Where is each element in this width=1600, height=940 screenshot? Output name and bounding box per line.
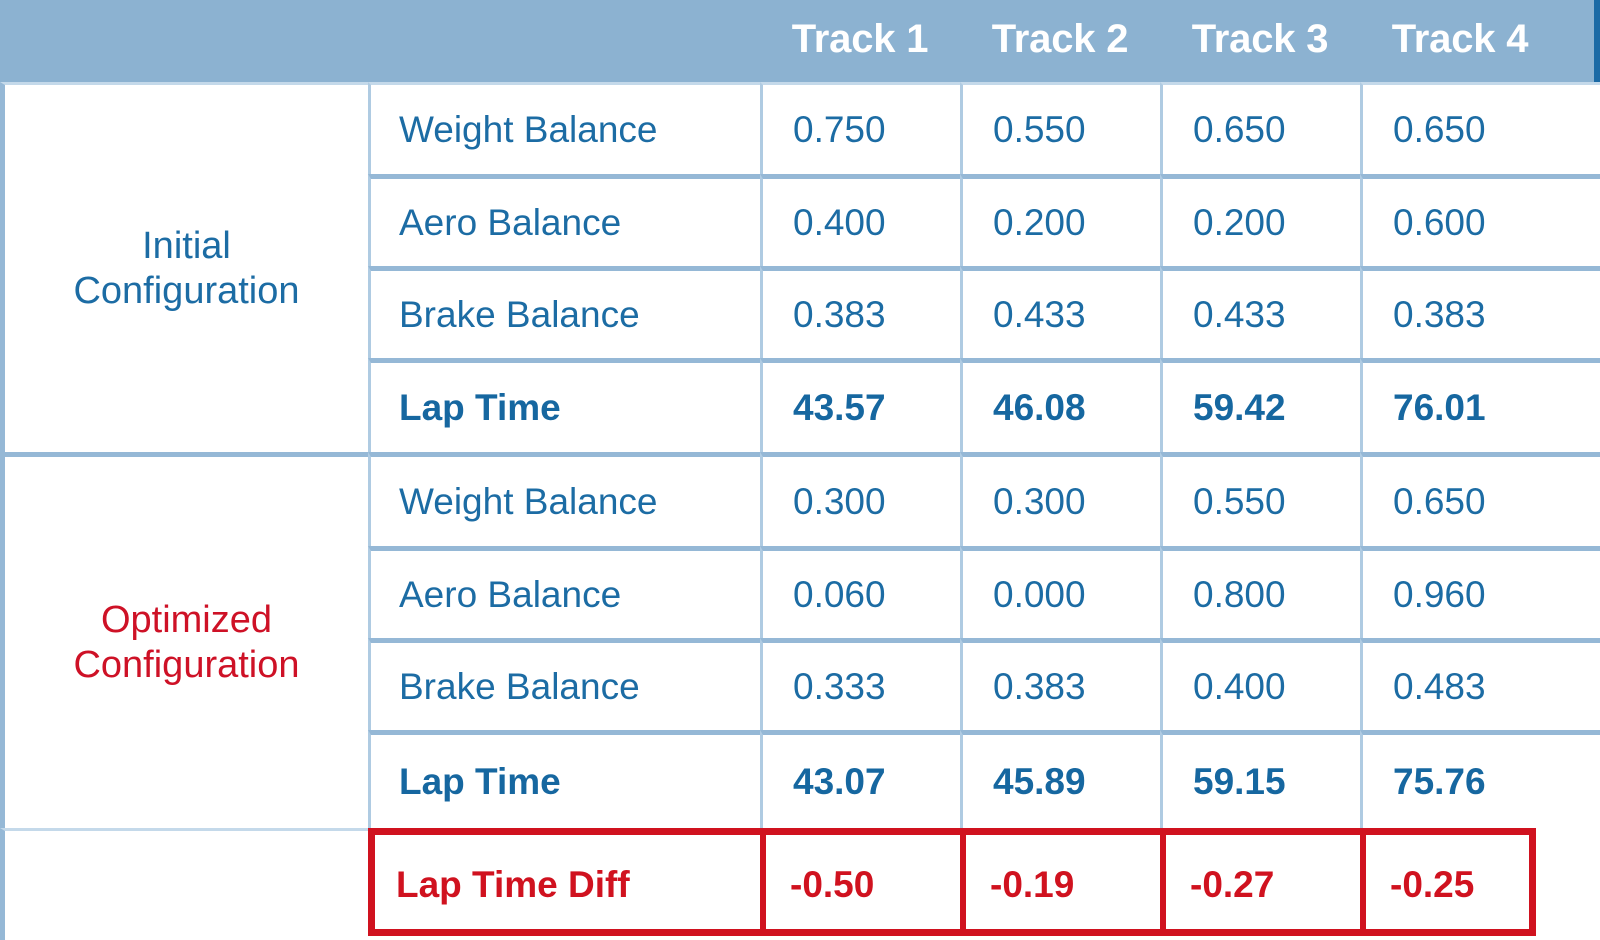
lap-time-diff-divider-4 (1360, 828, 1366, 936)
cell-optimized-brake-balance-track-3: 0.400 (1160, 638, 1360, 730)
cell-optimized-lap-time-track-3: 59.15 (1160, 730, 1360, 828)
header-group-spacer (0, 0, 368, 82)
cell-initial-brake-balance-track-3: 0.433 (1160, 266, 1360, 358)
cell-optimized-weight-balance-track-4: 0.650 (1360, 452, 1600, 546)
cell-initial-weight-balance-track-1: 0.750 (760, 82, 960, 174)
cell-initial-brake-balance-track-4: 0.383 (1360, 266, 1600, 358)
cell-optimized-weight-balance-track-3: 0.550 (1160, 452, 1360, 546)
cell-lap-time-diff-track-3: -0.27 (1160, 828, 1360, 940)
table-row: Brake Balance 0.333 0.383 0.400 0.483 (0, 638, 1600, 730)
cell-initial-brake-balance-track-1: 0.383 (760, 266, 960, 358)
column-header-track-4: Track 4 (1391, 17, 1529, 61)
row-label-lap-time-diff: Lap Time Diff (368, 828, 760, 940)
table-row: Lap Time 43.07 45.89 59.15 75.76 (0, 730, 1600, 828)
cell-initial-weight-balance-track-4: 0.650 (1360, 82, 1600, 174)
cell-initial-lap-time-track-3: 59.42 (1160, 358, 1360, 452)
row-group-empty-diff (0, 828, 368, 940)
cell-initial-aero-balance-track-3: 0.200 (1160, 174, 1360, 266)
cell-initial-weight-balance-track-3: 0.650 (1160, 82, 1360, 174)
table-row: Aero Balance 0.400 0.200 0.200 0.600 (0, 174, 1600, 266)
cell-initial-lap-time-track-2: 46.08 (960, 358, 1160, 452)
cell-optimized-lap-time-track-2: 45.89 (960, 730, 1160, 828)
cell-optimized-aero-balance-track-3: 0.800 (1160, 546, 1360, 638)
table-body: Initial Configuration Weight Balance 0.7… (0, 82, 1600, 940)
cell-optimized-brake-balance-track-2: 0.383 (960, 638, 1160, 730)
lap-time-diff-divider-2 (960, 828, 966, 936)
row-label-lap-time-optimized: Lap Time (368, 730, 760, 828)
row-label-brake-balance-optimized: Brake Balance (368, 638, 760, 730)
table-row: Aero Balance 0.060 0.000 0.800 0.960 (0, 546, 1600, 638)
cell-optimized-aero-balance-track-4: 0.960 (1360, 546, 1600, 638)
cell-lap-time-diff-track-4: -0.25 (1360, 828, 1600, 940)
cell-initial-lap-time-track-1: 43.57 (760, 358, 960, 452)
row-label-weight-balance-optimized: Weight Balance (368, 452, 760, 546)
cell-lap-time-diff-track-1: -0.50 (760, 828, 960, 940)
column-header-track-1: Track 1 (791, 17, 929, 61)
cell-optimized-brake-balance-track-4: 0.483 (1360, 638, 1600, 730)
row-label-aero-balance-initial: Aero Balance (368, 174, 760, 266)
row-label-aero-balance-optimized: Aero Balance (368, 546, 760, 638)
cell-initial-aero-balance-track-1: 0.400 (760, 174, 960, 266)
cell-optimized-weight-balance-track-1: 0.300 (760, 452, 960, 546)
cell-optimized-lap-time-track-1: 43.07 (760, 730, 960, 828)
cell-initial-aero-balance-track-4: 0.600 (1360, 174, 1600, 266)
column-header-track-3: Track 3 (1191, 17, 1329, 61)
cell-initial-brake-balance-track-2: 0.433 (960, 266, 1160, 358)
header-parameter-spacer (368, 0, 760, 82)
table-header-row: Track 1 Track 2 Track 3 Track 4 (0, 0, 1600, 82)
table-row: Weight Balance 0.300 0.300 0.550 0.650 (0, 452, 1600, 546)
cell-optimized-aero-balance-track-2: 0.000 (960, 546, 1160, 638)
cell-initial-weight-balance-track-2: 0.550 (960, 82, 1160, 174)
cell-optimized-lap-time-track-4: 75.76 (1360, 730, 1600, 828)
lap-time-diff-divider-1 (760, 828, 766, 936)
table-row: Weight Balance 0.750 0.550 0.650 0.650 (0, 82, 1600, 174)
cell-optimized-aero-balance-track-1: 0.060 (760, 546, 960, 638)
cell-optimized-weight-balance-track-2: 0.300 (960, 452, 1160, 546)
cell-lap-time-diff-track-2: -0.19 (960, 828, 1160, 940)
lap-time-diff-divider-3 (1160, 828, 1166, 936)
table-row: Brake Balance 0.383 0.433 0.433 0.383 (0, 266, 1600, 358)
cell-initial-lap-time-track-4: 76.01 (1360, 358, 1600, 452)
comparison-table: Track 1 Track 2 Track 3 Track 4 Initial … (0, 0, 1600, 940)
cell-optimized-brake-balance-track-1: 0.333 (760, 638, 960, 730)
table-row: Lap Time 43.57 46.08 59.42 76.01 (0, 358, 1600, 452)
row-label-brake-balance-initial: Brake Balance (368, 266, 760, 358)
row-label-weight-balance-initial: Weight Balance (368, 82, 760, 174)
row-label-lap-time-initial: Lap Time (368, 358, 760, 452)
cell-initial-aero-balance-track-2: 0.200 (960, 174, 1160, 266)
column-header-track-2: Track 2 (991, 17, 1129, 61)
